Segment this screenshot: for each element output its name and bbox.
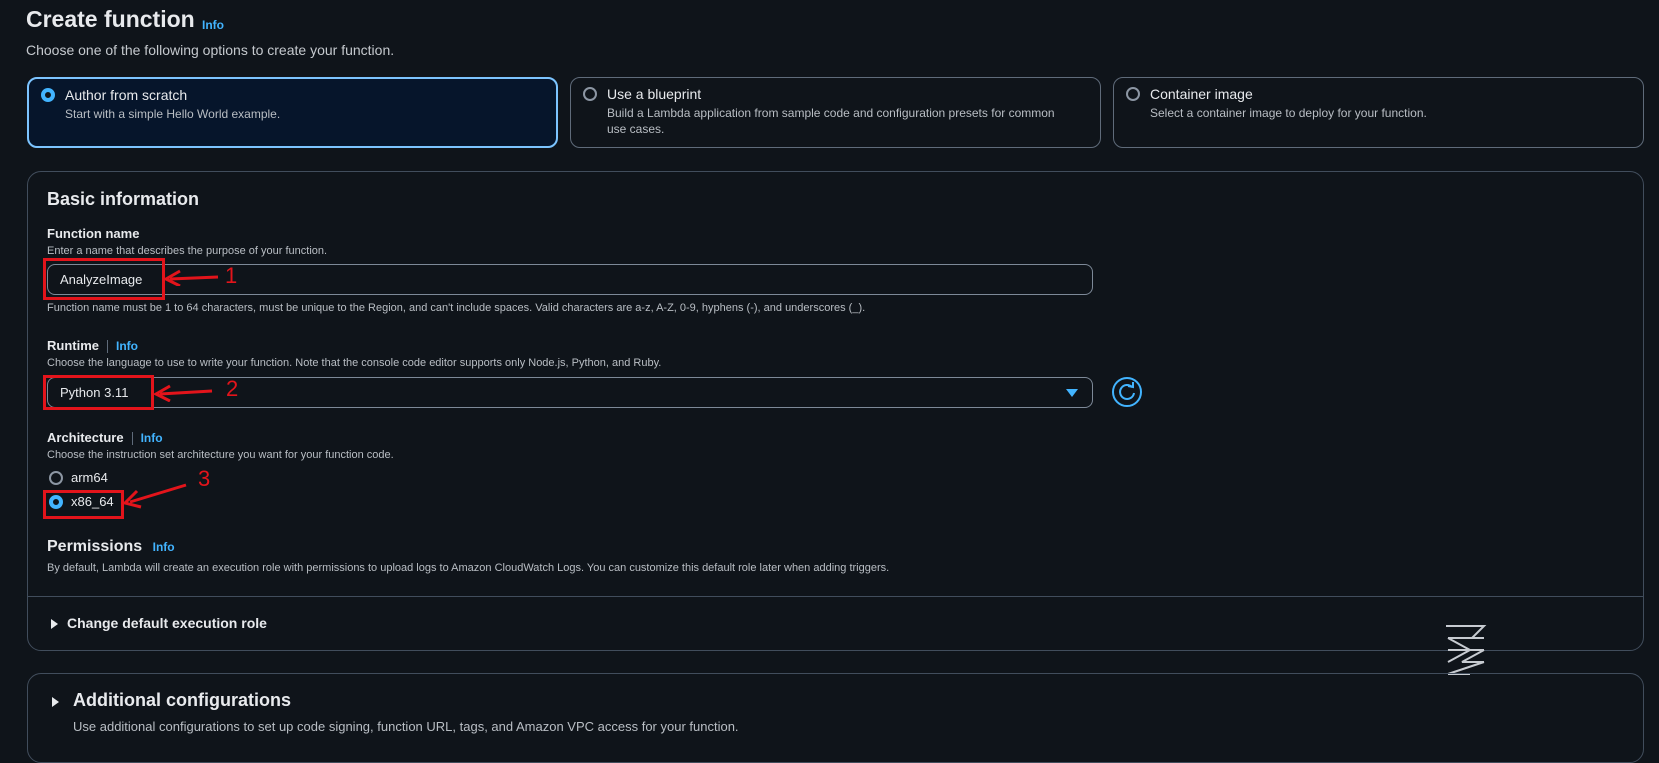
additional-configurations-panel [27,673,1644,763]
architecture-label-row: Architecture Info [47,430,163,446]
option-container-image[interactable]: Container image Select a container image… [1113,77,1644,148]
divider [27,596,1644,597]
radio-x86-64[interactable] [49,495,63,509]
additional-configurations-toggle[interactable]: Additional configurations [47,690,447,714]
annotation-arrow-3 [122,483,187,509]
caret-right-icon [51,619,58,629]
option-desc: Select a container image to deploy for y… [1150,106,1427,120]
chevron-down-icon [1066,389,1078,397]
function-name-label: Function name [47,226,140,241]
permissions-desc: By default, Lambda will create an execut… [47,562,890,574]
option-desc: Build a Lambda application from sample c… [607,106,1055,136]
runtime-label-row: Runtime Info [47,338,138,354]
permissions-heading-row: Permissions Info [47,538,175,556]
architecture-label: Architecture [47,430,124,445]
page-title: Create function [26,6,195,32]
arm64-label[interactable]: arm64 [71,470,108,485]
option-author-from-scratch[interactable]: Author from scratch Start with a simple … [27,77,558,148]
annotation-number-2: 2 [226,376,239,401]
basic-information-heading: Basic information [47,189,200,209]
option-title: Author from scratch [65,87,188,103]
annotation-arrow-1 [162,269,219,286]
function-name-input[interactable] [60,272,460,287]
radio-container-image[interactable] [1126,87,1140,101]
x86-64-label[interactable]: x86_64 [71,494,114,509]
option-title: Container image [1150,86,1253,102]
annotation-number-1: 1 [225,263,238,288]
refresh-runtime-button[interactable] [1112,377,1142,407]
page-subtitle: Choose one of the following options to c… [26,42,395,58]
runtime-selected-value: Python 3.11 [60,385,129,400]
additional-configurations-desc: Use additional configurations to set up … [73,719,739,734]
architecture-info-link[interactable]: Info [141,431,163,445]
radio-use-blueprint[interactable] [583,87,597,101]
basic-information-panel [27,171,1644,651]
option-use-blueprint[interactable]: Use a blueprint Build a Lambda applicati… [570,77,1101,148]
option-title: Use a blueprint [607,86,702,102]
permissions-info-link[interactable]: Info [153,540,175,554]
runtime-info-link[interactable]: Info [116,339,138,353]
option-desc: Start with a simple Hello World example. [65,107,281,121]
radio-author-from-scratch[interactable] [41,88,55,102]
permissions-heading: Permissions [47,538,143,555]
radio-arm64[interactable] [49,471,63,485]
annotation-number-3: 3 [198,466,211,491]
watermark-logo-icon [1446,625,1487,675]
runtime-hint: Choose the language to use to write your… [47,357,662,369]
change-default-role-label: Change default execution role [67,615,267,631]
title-info-link[interactable]: Info [202,18,224,32]
function-name-constraint: Function name must be 1 to 64 characters… [47,302,866,314]
annotation-arrow-2 [152,384,213,402]
refresh-icon [1119,382,1135,400]
caret-right-icon [52,697,59,707]
additional-configurations-heading: Additional configurations [73,690,291,710]
runtime-label: Runtime [47,338,99,353]
architecture-hint: Choose the instruction set architecture … [47,449,394,461]
function-name-hint: Enter a name that describes the purpose … [47,245,328,257]
change-default-role-toggle[interactable]: Change default execution role [47,615,347,635]
